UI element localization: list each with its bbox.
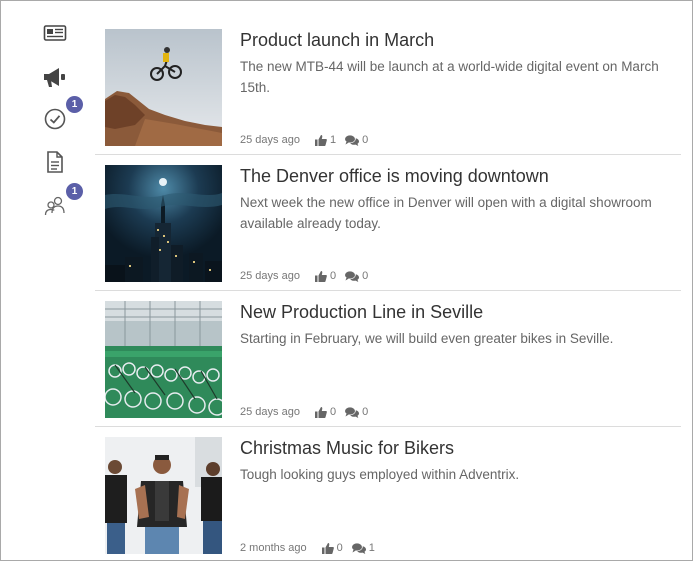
feed-item[interactable]: The Denver office is moving downtown Nex… xyxy=(95,155,681,291)
comments-icon xyxy=(345,270,360,282)
feed-item-title[interactable]: The Denver office is moving downtown xyxy=(240,165,681,187)
like-button[interactable]: 0 xyxy=(314,406,337,418)
comment-count: 0 xyxy=(362,134,369,146)
feed-item-title[interactable]: Christmas Music for Bikers xyxy=(240,437,681,459)
feed-item-title[interactable]: New Production Line in Seville xyxy=(240,301,681,323)
like-count: 0 xyxy=(336,542,343,554)
feed-item-image xyxy=(105,301,222,418)
feed-item-meta: 25 days ago 1 0 xyxy=(240,134,372,146)
sidebar-item-announcements[interactable] xyxy=(41,63,69,91)
like-count: 1 xyxy=(329,134,337,146)
feed-item[interactable]: Product launch in March The new MTB-44 w… xyxy=(95,19,681,155)
feed-item-image xyxy=(105,29,222,146)
like-count: 0 xyxy=(329,270,337,282)
feed-item-description: Starting in February, we will build even… xyxy=(240,331,614,346)
comment-button[interactable]: 1 xyxy=(351,542,375,554)
app-window: 1 1 Product launch in March The new MTB-… xyxy=(0,0,693,561)
people-badge: 1 xyxy=(66,183,83,200)
sidebar-item-documents[interactable] xyxy=(41,148,69,176)
feed-item[interactable]: New Production Line in Seville Starting … xyxy=(95,291,681,427)
comment-count: 0 xyxy=(362,270,369,282)
feed-item-title[interactable]: Product launch in March xyxy=(240,29,681,51)
document-icon xyxy=(45,150,65,174)
like-count: 0 xyxy=(329,406,337,418)
like-button[interactable]: 0 xyxy=(321,542,343,554)
thumbs-up-icon xyxy=(314,270,327,282)
feed-item-time: 25 days ago xyxy=(240,134,300,146)
feed-item-description: The new MTB-44 will be launch at a world… xyxy=(240,59,659,95)
thumbs-up-icon xyxy=(314,406,327,418)
feed-item-meta: 2 months ago 0 1 xyxy=(240,542,379,554)
comment-button[interactable]: 0 xyxy=(345,270,368,282)
megaphone-icon xyxy=(42,65,68,89)
comments-icon xyxy=(345,406,360,418)
feed-item-description: Next week the new office in Denver will … xyxy=(240,195,652,231)
like-button[interactable]: 1 xyxy=(314,134,337,146)
comment-count: 0 xyxy=(362,406,369,418)
feed-item-content: New Production Line in Seville Starting … xyxy=(240,301,681,418)
like-button[interactable]: 0 xyxy=(314,270,337,282)
tasks-badge: 1 xyxy=(66,96,83,113)
sidebar-item-people[interactable]: 1 xyxy=(41,183,83,220)
people-icon xyxy=(43,194,67,218)
comments-icon xyxy=(351,542,366,554)
sidebar: 1 1 xyxy=(1,1,95,560)
feed-item-description: Tough looking guys employed within Adven… xyxy=(240,467,520,482)
feed-item-time: 2 months ago xyxy=(240,542,307,554)
feed-item-meta: 25 days ago 0 0 xyxy=(240,270,372,282)
feed-item-content: Product launch in March The new MTB-44 w… xyxy=(240,29,681,146)
comment-button[interactable]: 0 xyxy=(345,134,368,146)
sidebar-item-news[interactable] xyxy=(41,19,69,47)
thumbs-up-icon xyxy=(321,542,334,554)
feed-item[interactable]: Christmas Music for Bikers Tough looking… xyxy=(95,427,681,560)
feed-item-image xyxy=(105,437,222,554)
feed-item-content: Christmas Music for Bikers Tough looking… xyxy=(240,437,681,554)
comments-icon xyxy=(345,134,360,146)
feed-item-image xyxy=(105,165,222,282)
check-circle-icon xyxy=(43,107,67,131)
news-feed: Product launch in March The new MTB-44 w… xyxy=(95,19,681,560)
sidebar-item-tasks[interactable]: 1 xyxy=(41,96,83,133)
feed-item-meta: 25 days ago 0 0 xyxy=(240,406,372,418)
comment-button[interactable]: 0 xyxy=(345,406,368,418)
feed-item-time: 25 days ago xyxy=(240,270,300,282)
news-icon xyxy=(43,23,67,43)
thumbs-up-icon xyxy=(314,134,327,146)
feed-item-time: 25 days ago xyxy=(240,406,300,418)
comment-count: 1 xyxy=(368,542,375,554)
feed-item-content: The Denver office is moving downtown Nex… xyxy=(240,165,681,282)
